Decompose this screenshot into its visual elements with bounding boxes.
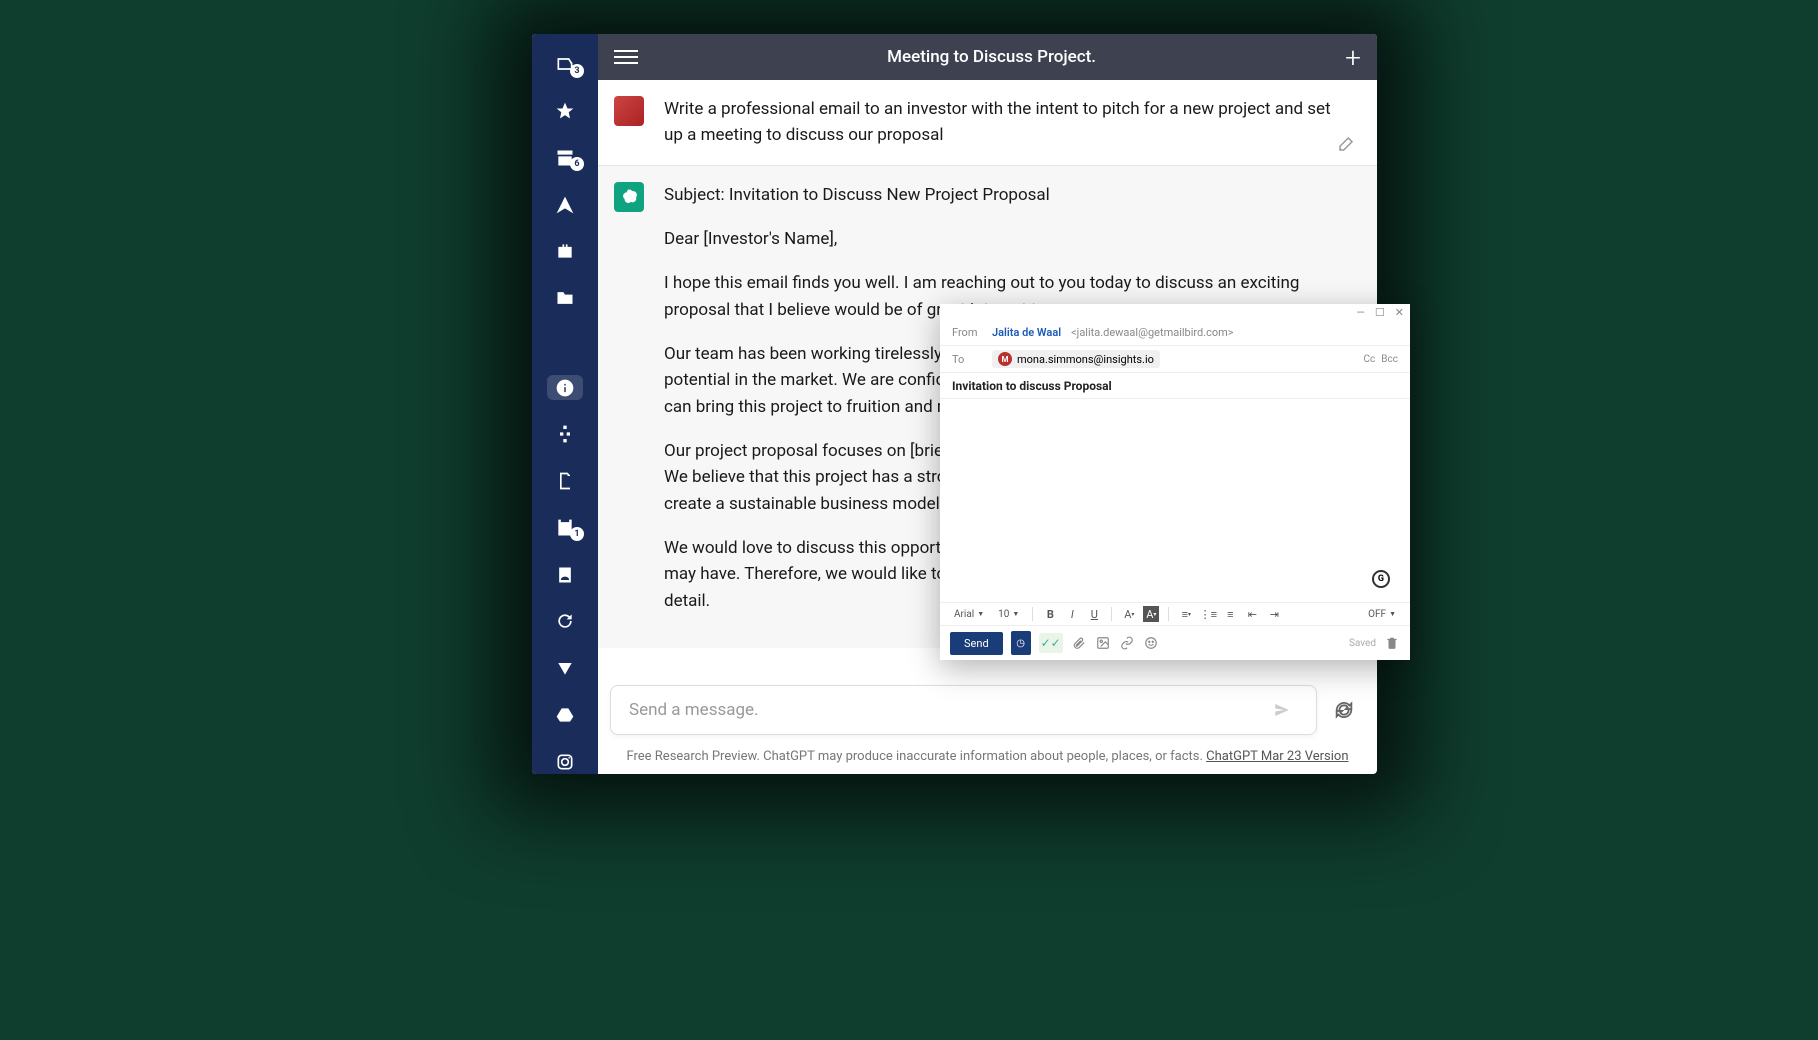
grammarly-icon[interactable]: G [1372,570,1390,588]
user-message: Write a professional email to an investo… [598,80,1377,165]
send-icon[interactable] [547,192,583,217]
from-email: <jalita.dewaal@getmailbird.com> [1071,326,1233,339]
calendar-icon[interactable]: 1 [547,516,583,541]
user-message-text: Write a professional email to an investo… [664,96,1337,149]
footer-text: Free Research Preview. ChatGPT may produ… [626,749,1206,764]
indent-icon[interactable]: ⇥ [1266,606,1282,622]
drive-icon[interactable] [547,703,583,728]
chat-title: Meeting to Discuss Project. [638,47,1345,67]
refresh-app-icon[interactable] [547,609,583,634]
outdent-icon[interactable]: ⇤ [1244,606,1260,622]
font-select[interactable]: Arial ▼ [950,609,988,620]
compose-actions: Send ◷ ✓✓ Saved [940,626,1410,660]
star-icon[interactable] [547,99,583,124]
italic-icon[interactable]: I [1064,606,1080,622]
slack-icon[interactable] [547,422,583,447]
calendar-badge: 1 [570,527,584,541]
underline-icon[interactable]: U [1086,606,1102,622]
send-message-icon[interactable] [1273,701,1291,719]
attach-icon[interactable] [1071,635,1087,651]
user-avatar [614,96,644,126]
bcc-link[interactable]: Bcc [1381,354,1398,365]
app-sidebar: 3 6 1 [532,34,598,774]
read-receipt-icon[interactable]: ✓✓ [1039,633,1063,653]
recipient-email: mona.simmons@insights.io [1017,353,1154,366]
cc-bcc-group: Cc Bcc [1364,354,1398,365]
email-greeting: Dear [Investor's Name], [664,226,1337,252]
edit-message-icon[interactable] [1337,135,1355,153]
menu-icon[interactable] [614,46,638,68]
from-name[interactable]: Jalita de Waal [992,326,1061,339]
inbox-icon[interactable]: 3 [547,52,583,77]
bot-avatar [614,182,644,212]
chat-footer: Free Research Preview. ChatGPT may produ… [598,743,1377,774]
archive-badge: 6 [570,157,584,171]
bullet-list-icon[interactable]: ⋮≡ [1200,606,1216,622]
number-list-icon[interactable]: ≡ [1222,606,1238,622]
briefcase-icon[interactable] [547,239,583,264]
nav-icon[interactable] [547,656,583,681]
archive-icon[interactable]: 6 [547,146,583,171]
document-icon[interactable] [547,469,583,494]
contacts-icon[interactable] [547,562,583,587]
from-row: From Jalita de Waal <jalita.dewaal@getma… [940,320,1410,346]
maximize-icon[interactable]: ☐ [1375,306,1385,319]
compose-titlebar: — ☐ ✕ [940,304,1410,320]
align-icon[interactable]: ≡▾ [1178,606,1194,622]
to-row: To M mona.simmons@insights.io Cc Bcc [940,346,1410,373]
to-label: To [952,353,982,366]
highlight-icon[interactable]: A▾ [1143,606,1159,622]
instagram-icon[interactable] [547,749,583,774]
link-icon[interactable] [1119,635,1135,651]
email-subject: Subject: Invitation to Discuss New Proje… [664,182,1337,208]
send-button[interactable]: Send [950,632,1003,655]
emoji-icon[interactable] [1143,635,1159,651]
chat-input[interactable]: Send a message. [610,685,1317,735]
subject-row[interactable]: Invitation to discuss Proposal [940,373,1410,399]
saved-label: Saved [1349,638,1376,649]
recipient-avatar: M [998,352,1012,366]
delete-draft-icon[interactable] [1384,635,1400,651]
footer-version-link[interactable]: ChatGPT Mar 23 Version [1206,749,1348,764]
chat-input-row: Send a message. [598,677,1377,743]
compose-body[interactable]: G [940,399,1410,602]
format-toolbar: Arial ▼ 10 ▼ B I U A▾ A▾ ≡▾ ⋮≡ ≡ ⇤ ⇥ OFF… [940,602,1410,626]
regenerate-icon[interactable] [1333,699,1355,721]
inbox-badge: 3 [570,64,584,78]
from-label: From [952,326,982,339]
new-chat-icon[interactable]: + [1345,41,1361,74]
tracking-toggle[interactable]: OFF ▼ [1364,609,1400,620]
close-icon[interactable]: ✕ [1395,306,1404,319]
subject-input[interactable]: Invitation to discuss Proposal [952,379,1112,393]
folder-icon[interactable] [547,286,583,311]
chat-header: Meeting to Discuss Project. + [598,34,1377,80]
send-options-icon[interactable]: ◷ [1011,631,1031,655]
cc-link[interactable]: Cc [1364,354,1376,365]
chatgpt-app-icon[interactable] [547,375,583,400]
minimize-icon[interactable]: — [1356,306,1365,319]
image-icon[interactable] [1095,635,1111,651]
bold-icon[interactable]: B [1042,606,1058,622]
text-color-icon[interactable]: A▾ [1121,606,1137,622]
recipient-chip[interactable]: M mona.simmons@insights.io [992,350,1160,368]
compose-window: — ☐ ✕ From Jalita de Waal <jalita.dewaal… [940,304,1410,660]
size-select[interactable]: 10 ▼ [994,609,1023,620]
